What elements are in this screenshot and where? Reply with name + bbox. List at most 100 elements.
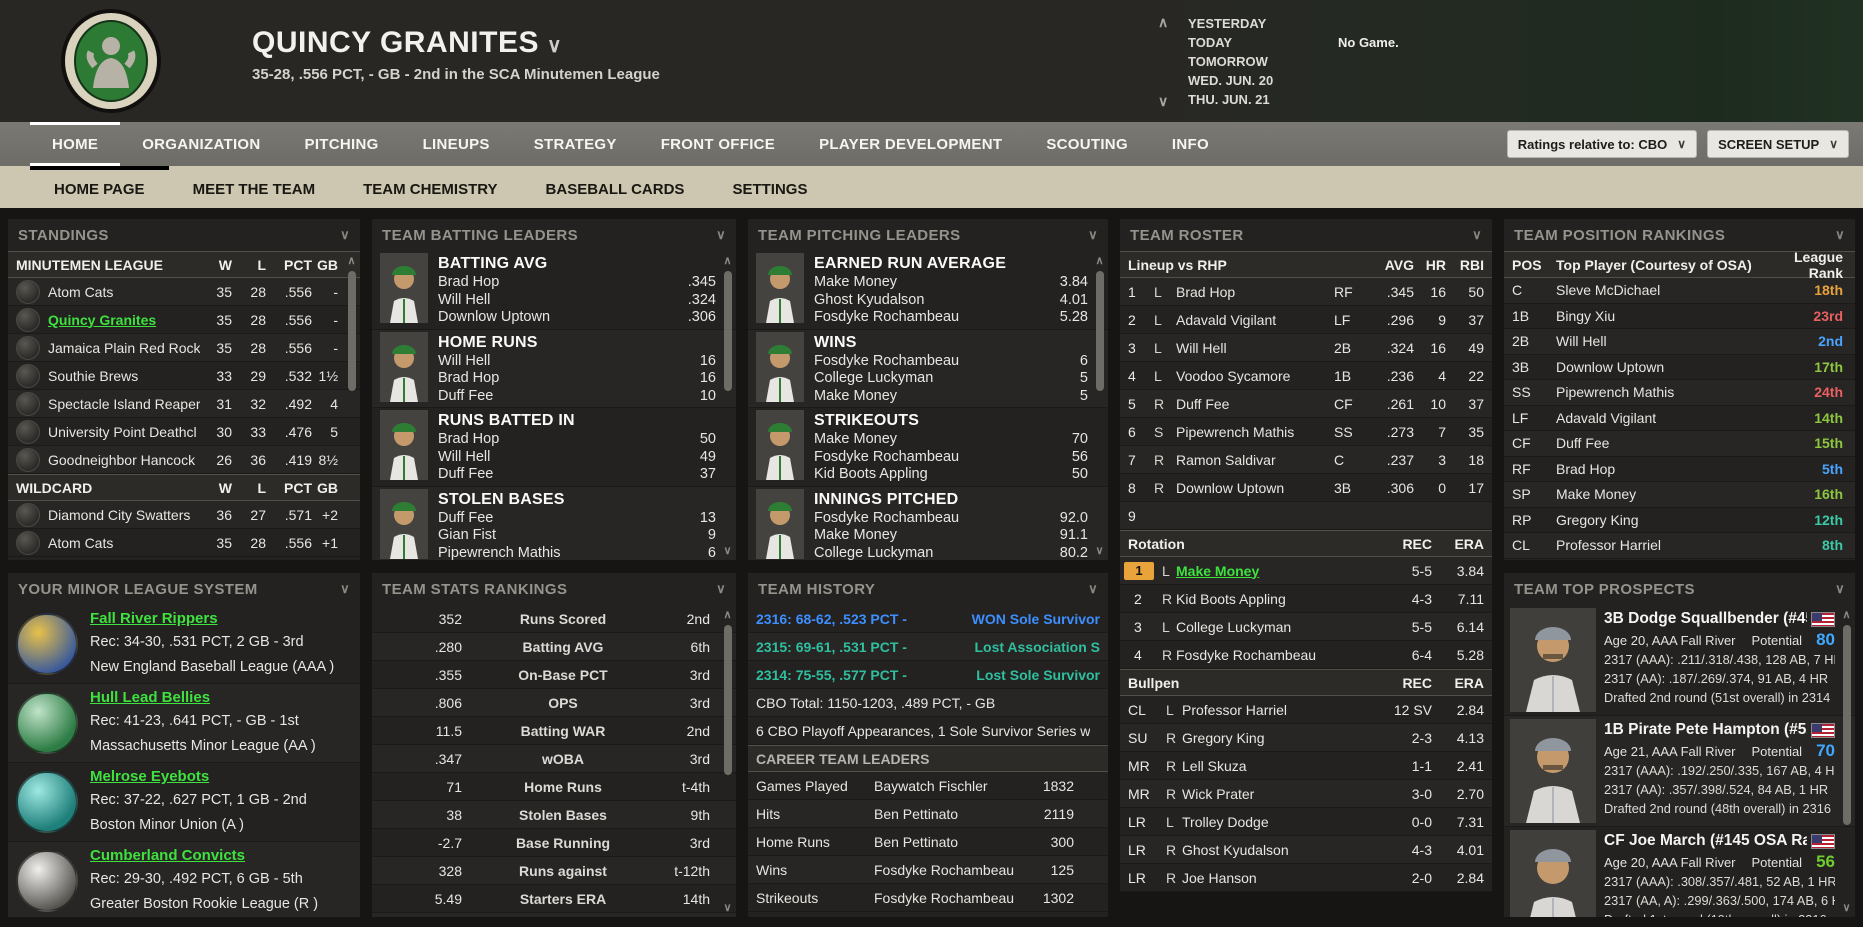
team-name-dropdown[interactable]: QUINCY GRANITES∨ <box>252 26 660 60</box>
player-link[interactable]: Make Money <box>814 388 1080 406</box>
lineup-row[interactable]: 6SPipewrench MathisSS.273735 <box>1120 418 1492 446</box>
player-link[interactable]: Professor Harriel <box>1556 537 1777 553</box>
scrollbar[interactable]: ∧∨ <box>1092 254 1107 557</box>
scrollbar[interactable]: ∧∨ <box>720 254 735 557</box>
collapse-panel-icon[interactable]: ∨ <box>1835 581 1845 597</box>
schedule-up-icon[interactable]: ∧ <box>1158 14 1178 31</box>
screen-setup-dropdown[interactable]: SCREEN SETUP∨ <box>1707 130 1849 158</box>
lineup-row[interactable]: 1LBrad HopRF.3451650 <box>1120 278 1492 306</box>
tab-strategy[interactable]: STRATEGY <box>512 122 639 166</box>
ratings-relative-dropdown[interactable]: Ratings relative to: CBO∨ <box>1507 130 1697 158</box>
lineup-row[interactable]: 3LWill Hell2B.3241649 <box>1120 334 1492 362</box>
team-link[interactable]: Spectacle Island Reaper <box>48 396 200 412</box>
bullpen-row[interactable]: LRLTrolley Dodge0-07.31 <box>1120 808 1492 836</box>
collapse-panel-icon[interactable]: ∨ <box>340 581 350 597</box>
lineup-row[interactable]: 5RDuff FeeCF.2611037 <box>1120 390 1492 418</box>
team-link[interactable]: Atom Cats <box>48 535 200 551</box>
lineup-row[interactable]: 4LVoodoo Sycamore1B.236422 <box>1120 362 1492 390</box>
bullpen-row[interactable]: MRRLell Skuza1-12.41 <box>1120 752 1492 780</box>
player-link[interactable]: Brad Hop <box>438 431 700 449</box>
player-link[interactable]: Fosdyke Rochambeau <box>874 862 1040 878</box>
bullpen-row[interactable]: SURGregory King2-34.13 <box>1120 724 1492 752</box>
player-link[interactable]: Duff Fee <box>1556 435 1777 451</box>
tab-lineups[interactable]: LINEUPS <box>401 122 512 166</box>
tab-info[interactable]: INFO <box>1150 122 1231 166</box>
player-link[interactable]: Gian Fist <box>438 527 708 545</box>
team-link[interactable]: Jamaica Plain Red Rock <box>48 340 200 356</box>
subtab-home-page[interactable]: HOME PAGE <box>30 166 169 208</box>
subtab-baseball-cards[interactable]: BASEBALL CARDS <box>522 166 709 208</box>
subtab-team-chemistry[interactable]: TEAM CHEMISTRY <box>339 166 521 208</box>
lineup-row[interactable]: 9 <box>1120 502 1492 530</box>
subtab-settings[interactable]: SETTINGS <box>708 166 831 208</box>
player-link[interactable]: Will Hell <box>438 292 688 310</box>
subtab-meet-the-team[interactable]: MEET THE TEAM <box>169 166 340 208</box>
bullpen-row[interactable]: MRRWick Prater3-02.70 <box>1120 780 1492 808</box>
tab-player-development[interactable]: PLAYER DEVELOPMENT <box>797 122 1024 166</box>
rotation-row[interactable]: 2RKid Boots Appling4-37.11 <box>1120 585 1492 613</box>
player-link[interactable]: Kid Boots Appling <box>814 466 1072 484</box>
player-link[interactable]: Bingy Xiu <box>1556 308 1777 324</box>
team-link[interactable]: Hull Lead Bellies <box>90 687 352 709</box>
team-link[interactable]: Diamond City Swatters <box>48 507 200 523</box>
scrollbar[interactable]: ∧ <box>344 254 359 557</box>
bullpen-row[interactable]: LRRGhost Kyudalson4-34.01 <box>1120 836 1492 864</box>
tab-scouting[interactable]: SCOUTING <box>1024 122 1150 166</box>
player-link[interactable]: Baywatch Fischler <box>874 778 1040 794</box>
collapse-panel-icon[interactable]: ∨ <box>1088 227 1098 243</box>
rotation-row[interactable]: 4RFosdyke Rochambeau6-45.28 <box>1120 641 1492 669</box>
lineup-row[interactable]: 7RRamon SaldivarC.237318 <box>1120 446 1492 474</box>
player-link[interactable]: Make Money <box>814 431 1072 449</box>
team-link[interactable]: University Point Deathcl <box>48 424 200 440</box>
player-link[interactable]: Brad Hop <box>438 370 700 388</box>
player-link[interactable]: Duff Fee <box>438 466 700 484</box>
player-link[interactable]: Pipewrench Mathis <box>1556 384 1777 400</box>
team-link[interactable]: Fall River Rippers <box>90 608 352 630</box>
collapse-panel-icon[interactable]: ∨ <box>716 581 726 597</box>
player-link[interactable]: Fosdyke Rochambeau <box>814 449 1072 467</box>
collapse-panel-icon[interactable]: ∨ <box>716 227 726 243</box>
bullpen-row[interactable]: CLLProfessor Harriel12 SV2.84 <box>1120 696 1492 724</box>
team-link[interactable]: Southie Brews <box>48 368 200 384</box>
player-link[interactable]: Fosdyke Rochambeau <box>814 309 1060 327</box>
scrollbar[interactable]: ∧∨ <box>720 608 735 914</box>
scrollbar[interactable]: ∧∨ <box>1839 608 1854 914</box>
player-link[interactable]: Fosdyke Rochambeau <box>874 890 1040 906</box>
player-link[interactable]: 3B Dodge Squallbender (#45 OSA Rank) <box>1604 610 1807 628</box>
player-link[interactable]: Make Money <box>1556 486 1777 502</box>
tab-front-office[interactable]: FRONT OFFICE <box>639 122 797 166</box>
team-link[interactable]: Goodneighbor Hancock <box>48 452 200 468</box>
player-link[interactable]: Sleve McDichael <box>1556 282 1777 298</box>
player-link[interactable]: Gregory King <box>1556 512 1777 528</box>
tab-organization[interactable]: ORGANIZATION <box>120 122 282 166</box>
schedule-down-icon[interactable]: ∨ <box>1158 93 1178 110</box>
player-link[interactable]: Make Money <box>814 527 1060 545</box>
team-link[interactable]: Quincy Granites <box>48 312 200 328</box>
team-logo-quincy-granites[interactable] <box>58 8 164 114</box>
lineup-row[interactable]: 8RDownlow Uptown3B.306017 <box>1120 474 1492 502</box>
player-link[interactable]: Adavald Vigilant <box>1556 410 1777 426</box>
player-link[interactable]: Duff Fee <box>438 388 700 406</box>
player-link[interactable]: Will Hell <box>438 353 700 371</box>
tab-home[interactable]: HOME <box>30 122 120 166</box>
player-link[interactable]: Brad Hop <box>438 274 688 292</box>
team-link[interactable]: Atom Cats <box>48 284 200 300</box>
player-link[interactable]: Ben Pettinato <box>874 834 1040 850</box>
player-link[interactable]: Make Money <box>1176 563 1374 579</box>
collapse-panel-icon[interactable]: ∨ <box>1472 227 1482 243</box>
player-link[interactable]: College Luckyman <box>814 545 1060 561</box>
rotation-row[interactable]: 1 L Make Money 5-53.84 <box>1120 557 1492 585</box>
player-link[interactable]: Fosdyke Rochambeau <box>814 353 1080 371</box>
player-link[interactable]: Ghost Kyudalson <box>814 292 1060 310</box>
player-link[interactable]: Will Hell <box>438 449 700 467</box>
player-link[interactable]: 1B Pirate Pete Hampton (#52 OSA Rank) <box>1604 721 1807 739</box>
player-link[interactable]: Duff Fee <box>438 510 700 528</box>
player-link[interactable]: CF Joe March (#145 OSA Rank) <box>1604 832 1807 850</box>
rotation-row[interactable]: 3LCollege Luckyman5-56.14 <box>1120 613 1492 641</box>
player-link[interactable]: Downlow Uptown <box>1556 359 1777 375</box>
player-link[interactable]: Downlow Uptown <box>438 309 688 327</box>
collapse-panel-icon[interactable]: ∨ <box>1835 227 1845 243</box>
collapse-panel-icon[interactable]: ∨ <box>340 227 350 243</box>
lineup-row[interactable]: 2LAdavald VigilantLF.296937 <box>1120 306 1492 334</box>
team-link[interactable]: Cumberland Convicts <box>90 845 352 867</box>
